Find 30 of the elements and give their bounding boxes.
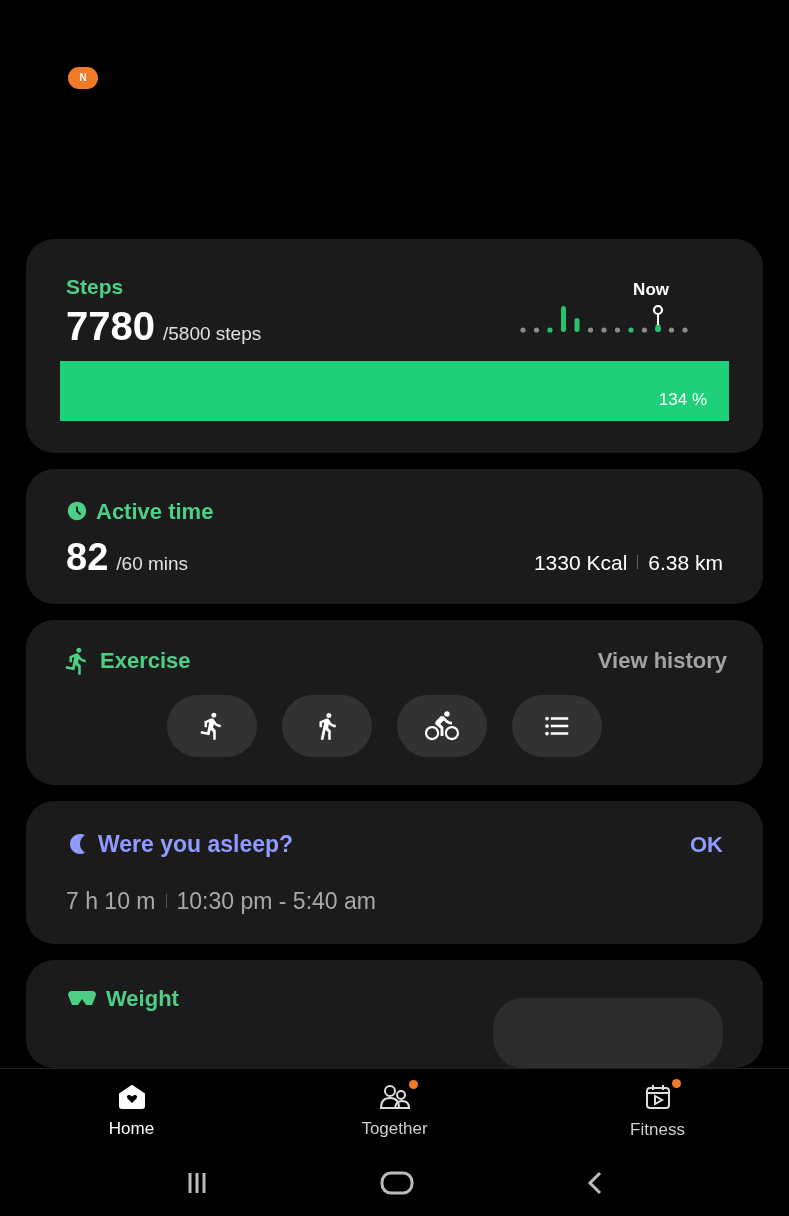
back-icon[interactable] — [586, 1171, 603, 1195]
calories-value: 1330 Kcal — [533, 549, 628, 576]
active-minutes: 82 — [66, 537, 109, 576]
calendar-play-icon — [643, 1082, 672, 1111]
scale-icon — [66, 989, 98, 1007]
nav-tab[interactable]: Home — [61, 1083, 202, 1142]
nav-tab[interactable]: Fitness — [587, 1082, 728, 1143]
clock-icon — [66, 500, 88, 522]
now-label: Now — [633, 278, 669, 301]
home-button-icon[interactable] — [379, 1171, 414, 1195]
steps-percent: 134 % — [658, 389, 707, 411]
sleep-time-range: 10:30 pm - 5:40 am — [176, 886, 376, 916]
card-title: Weight — [106, 984, 179, 1013]
cycling-icon — [425, 709, 459, 743]
card-title: Were you asleep? — [98, 830, 294, 859]
recent-apps-icon[interactable] — [186, 1172, 207, 1194]
steps-goal: /5800 steps — [163, 322, 262, 346]
people-icon — [378, 1083, 411, 1110]
ok-button[interactable]: OK — [690, 827, 723, 861]
active-goal: /60 mins — [116, 551, 189, 576]
steps-count: 7780 — [66, 306, 155, 346]
view-history-link[interactable]: View history — [597, 644, 727, 677]
card-title: Active time — [96, 497, 214, 526]
card-title: Steps — [66, 273, 125, 300]
card-title: Exercise — [100, 647, 191, 675]
nav-tab[interactable]: Together — [324, 1083, 465, 1142]
home-icon — [116, 1083, 147, 1110]
notification-badge: N — [68, 66, 98, 89]
distance-value: 6.38 km — [648, 549, 723, 576]
sleep-duration: 7 h 10 m — [66, 886, 156, 916]
